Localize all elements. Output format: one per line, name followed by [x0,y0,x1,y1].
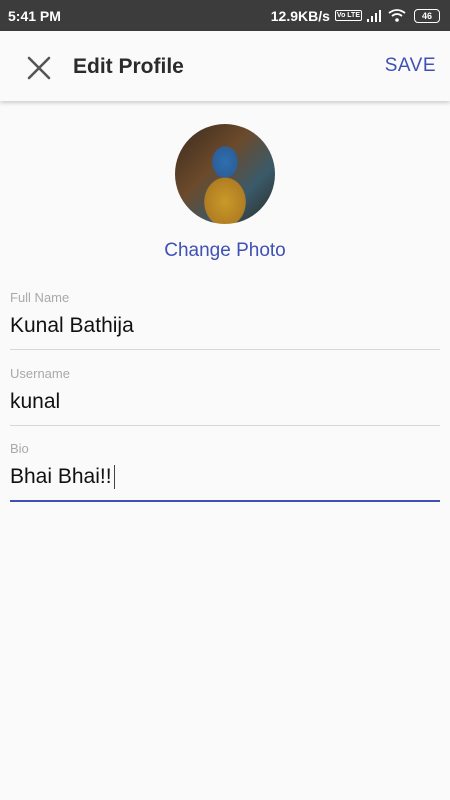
close-icon [27,56,51,80]
text-cursor [113,465,115,490]
close-button[interactable] [24,53,54,83]
status-icons: 12.9KB/s Vo LTE 46 [271,8,440,24]
network-speed: 12.9KB/s [270,7,330,24]
username-label: Username [10,366,70,381]
bio-text: Bhai Bhai!! [10,465,112,488]
full-name-label: Full Name [10,290,70,305]
app-bar: Edit Profile SAVE [0,31,450,101]
save-button[interactable]: SAVE [385,55,436,77]
bio-input[interactable]: Bhai Bhai!! [10,465,440,503]
status-time: 5:41 PM [8,7,61,24]
wifi-icon [388,9,406,22]
profile-photo[interactable] [175,124,275,224]
full-name-input[interactable]: Kunal Bathija [10,314,440,350]
change-photo-button[interactable]: Change Photo [0,240,450,262]
page-title: Edit Profile [73,55,184,78]
username-field[interactable]: Username kunal [10,366,440,426]
bio-field[interactable]: Bio Bhai Bhai!! [10,441,440,503]
status-bar: 5:41 PM 12.9KB/s Vo LTE 46 [0,0,450,31]
battery-icon: 46 [414,8,440,23]
full-name-field[interactable]: Full Name Kunal Bathija [10,290,440,350]
signal-icon [367,9,381,22]
volte-icon: Vo LTE [334,10,362,21]
username-input[interactable]: kunal [10,390,440,426]
bio-label: Bio [10,441,29,456]
